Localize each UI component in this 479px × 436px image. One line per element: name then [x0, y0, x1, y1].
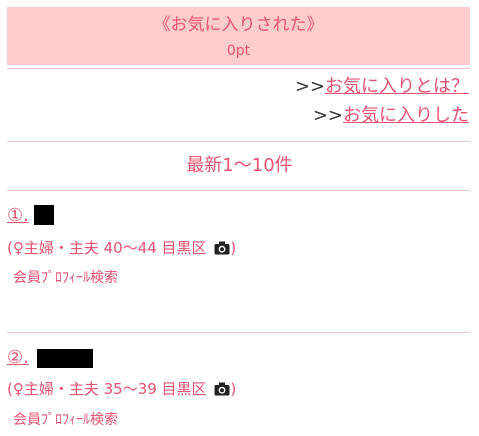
member-info-text: (♀主婦・主夫 40～44 目黒区	[7, 239, 207, 257]
camera-icon	[214, 241, 230, 255]
points-value: 0pt	[226, 43, 251, 59]
about-favorites-link[interactable]: お気に入りとは？	[325, 76, 469, 97]
member-info-close: )	[230, 239, 237, 257]
camera-icon	[214, 382, 230, 396]
member-number-link[interactable]: ①.	[7, 205, 29, 226]
member-info-close: )	[230, 380, 237, 398]
about-favorites-row: >>お気に入りとは？	[295, 72, 469, 98]
link-prefix: >>	[294, 76, 325, 97]
profile-search-link[interactable]: 会員ﾌﾟﾛﾌｨｰﾙ検索	[13, 409, 118, 429]
member-number-link[interactable]: ②.	[7, 347, 29, 368]
favorited-header: 《お気に入りされた》 0pt	[7, 7, 470, 65]
divider	[7, 68, 470, 69]
favorited-link[interactable]: お気に入りした	[343, 105, 469, 126]
redacted-name	[34, 205, 54, 225]
member-info-text: (♀主婦・主夫 35～39 目黒区	[7, 380, 207, 398]
redacted-name	[37, 349, 93, 368]
divider	[7, 332, 470, 333]
list-heading: 最新1～10件	[186, 155, 293, 176]
profile-search-link[interactable]: 会員ﾌﾟﾛﾌｨｰﾙ検索	[13, 267, 118, 287]
favorited-row: >>お気に入りした	[313, 101, 469, 127]
member-info: (♀主婦・主夫 40～44 目黒区 )	[7, 237, 236, 258]
divider	[7, 141, 470, 142]
member-info: (♀主婦・主夫 35～39 目黒区 )	[7, 378, 236, 399]
header-title: 《お気に入りされた》	[153, 15, 324, 35]
link-prefix: >>	[312, 105, 343, 126]
divider	[7, 190, 470, 191]
